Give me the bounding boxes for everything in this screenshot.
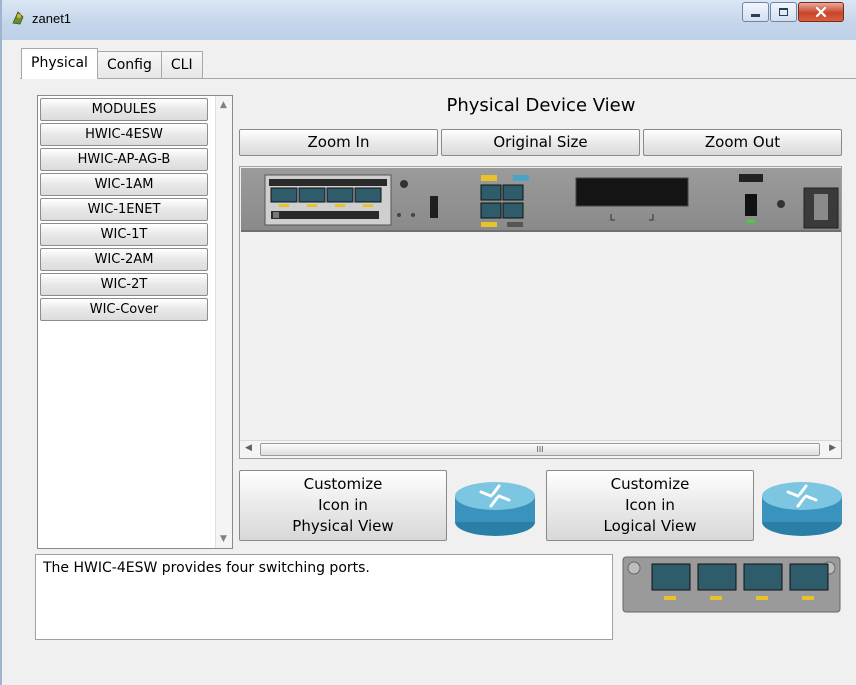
minimize-button[interactable] [742,2,769,22]
module-item-hwic-ap-ag-b[interactable]: HWIC-AP-AG-B [40,148,208,171]
physical-device-view[interactable]: ◀ III ▶ [239,166,842,459]
module-item-wic-2t[interactable]: WIC-2T [40,273,208,296]
scroll-up-icon[interactable]: ▲ [220,100,227,110]
scroll-down-icon[interactable]: ▼ [220,534,227,544]
customize-logical-line2: Icon in [625,496,675,514]
module-description: The HWIC-4ESW provides four switching po… [35,554,613,640]
device-window: zanet1 Physical Config CLI MODULES HWIC-… [0,0,856,685]
zoom-in-button[interactable]: Zoom In [239,129,438,156]
scroll-left-icon[interactable]: ◀ [245,443,252,453]
module-list: MODULES HWIC-4ESW HWIC-AP-AG-B WIC-1AM W… [40,98,208,323]
tab-bar: Physical Config CLI [21,48,203,79]
minimize-icon [751,14,760,17]
module-item-wic-1enet[interactable]: WIC-1ENET [40,198,208,221]
router-icon-logical [762,482,842,536]
original-size-button[interactable]: Original Size [441,129,640,156]
module-header-button[interactable]: MODULES [40,98,208,121]
physical-view-title: Physical Device View [446,95,636,116]
module-item-wic-1t[interactable]: WIC-1T [40,223,208,246]
module-item-hwic-4esw[interactable]: HWIC-4ESW [40,123,208,146]
scroll-thumb[interactable]: III [260,443,820,456]
tab-config[interactable]: Config [96,51,162,78]
window-title: zanet1 [32,11,72,26]
maximize-icon [779,8,788,16]
router-icon-physical [455,482,535,536]
module-list-panel: MODULES HWIC-4ESW HWIC-AP-AG-B WIC-1AM W… [37,95,233,549]
title-bar[interactable]: zanet1 [2,0,856,40]
zoom-out-button[interactable]: Zoom Out [643,129,842,156]
customize-logical-line1: Customize [610,475,690,493]
module-item-wic-2am[interactable]: WIC-2AM [40,248,208,271]
module-preview-image [622,556,841,613]
customize-physical-line3: Physical View [292,517,394,535]
customize-physical-line2: Icon in [318,496,368,514]
close-icon [815,6,827,18]
tab-cli[interactable]: CLI [160,51,203,78]
customize-physical-view-button[interactable]: Customize Icon in Physical View [239,470,447,541]
maximize-button[interactable] [770,2,797,22]
view-horizontal-scrollbar[interactable]: ◀ III ▶ [240,440,841,458]
customize-logical-view-button[interactable]: Customize Icon in Logical View [546,470,754,541]
router-chassis-graphic [264,174,839,229]
module-item-wic-1am[interactable]: WIC-1AM [40,173,208,196]
app-icon [12,11,24,25]
module-item-wic-cover[interactable]: WIC-Cover [40,298,208,321]
module-list-scrollbar[interactable]: ▲ ▼ [215,96,232,548]
customize-physical-line1: Customize [303,475,383,493]
customize-logical-line3: Logical View [603,517,697,535]
router-chassis[interactable] [241,168,841,232]
close-button[interactable] [798,2,844,22]
zoom-controls: Zoom In Original Size Zoom Out [239,129,842,156]
tab-physical[interactable]: Physical [21,48,98,79]
scroll-right-icon[interactable]: ▶ [829,443,836,453]
